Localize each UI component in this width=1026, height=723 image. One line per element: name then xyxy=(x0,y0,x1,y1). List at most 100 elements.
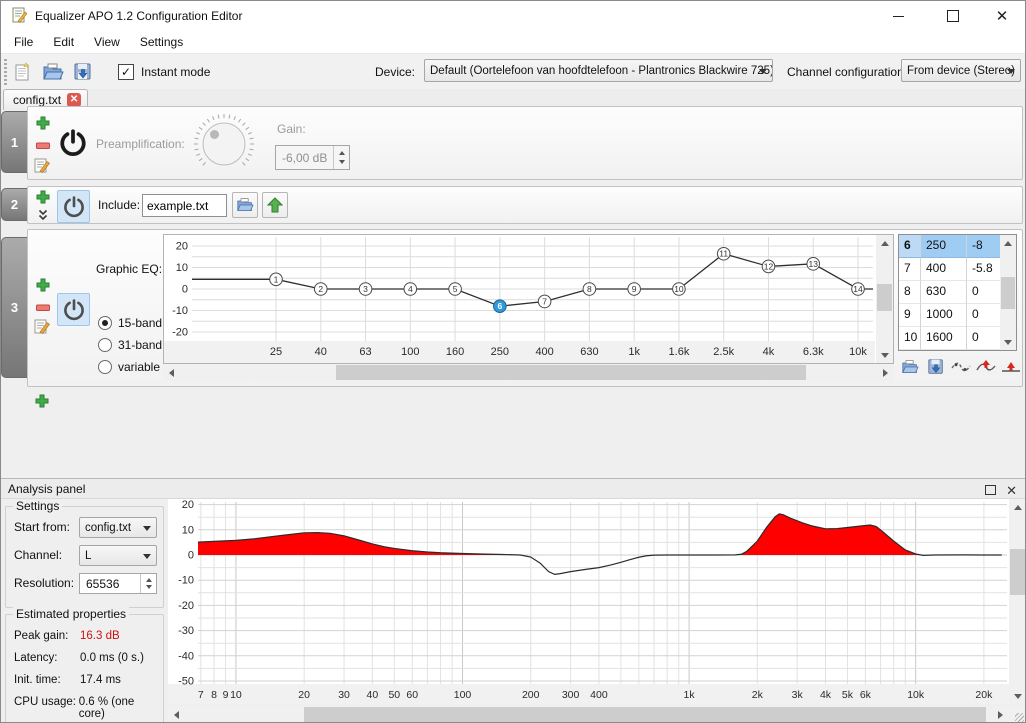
table-row[interactable]: 9 1000 0 xyxy=(899,304,1000,327)
close-panel-icon[interactable]: ✕ xyxy=(1006,481,1017,501)
open-response-button[interactable] xyxy=(899,356,921,378)
gain-cell[interactable]: -8 xyxy=(967,235,1000,258)
channel-config-select[interactable]: From device (Stereo) xyxy=(901,59,1021,82)
eq-band-marker[interactable]: 14 xyxy=(851,282,865,296)
scrollbar-thumb[interactable] xyxy=(877,284,892,311)
include-file-input[interactable] xyxy=(142,194,227,217)
band-number-cell[interactable]: 10 xyxy=(899,327,921,350)
radio-15-band[interactable]: 15-band xyxy=(98,316,162,330)
menu-item-view[interactable]: View xyxy=(84,31,130,53)
table-row[interactable]: 10 1600 0 xyxy=(899,327,1000,350)
spin-up-icon[interactable] xyxy=(145,577,152,582)
spin-buttons[interactable] xyxy=(140,574,156,593)
eq-band-marker[interactable]: 8 xyxy=(582,282,597,296)
scroll-down-button[interactable] xyxy=(876,347,893,363)
power-toggle[interactable] xyxy=(57,190,90,223)
device-select[interactable]: Default (Oortelefoon van hoofdtelefoon -… xyxy=(424,59,773,82)
scroll-up-button[interactable] xyxy=(1009,499,1025,515)
eq-band-marker[interactable]: 1 xyxy=(269,272,283,287)
browse-file-button[interactable] xyxy=(232,192,258,218)
radio-button-icon[interactable] xyxy=(98,316,112,330)
new-config-button[interactable] xyxy=(10,59,36,85)
gain-spin-buttons[interactable] xyxy=(333,146,349,169)
eq-band-marker[interactable]: 3 xyxy=(358,282,373,296)
eq-band-marker[interactable]: 9 xyxy=(627,282,641,296)
spinbox-resolution[interactable]: 65536 xyxy=(79,573,157,594)
gain-cell[interactable]: 0 xyxy=(967,327,1000,350)
scrollbar-thumb[interactable] xyxy=(336,365,806,380)
maximize-button[interactable] xyxy=(929,1,977,31)
eq-band-marker[interactable]: 12 xyxy=(761,259,776,274)
scroll-down-button[interactable] xyxy=(1000,334,1016,350)
menu-item-settings[interactable]: Settings xyxy=(130,31,193,53)
smooth-response-button[interactable] xyxy=(950,356,972,378)
edit-filter-button[interactable] xyxy=(34,318,50,334)
radio-button-icon[interactable] xyxy=(98,338,112,352)
scroll-up-button[interactable] xyxy=(1000,235,1016,251)
table-row[interactable]: 6 250 -8 xyxy=(899,235,1000,258)
scroll-down-button[interactable] xyxy=(1009,688,1025,704)
save-response-button[interactable] xyxy=(925,356,947,378)
gain-cell[interactable]: 0 xyxy=(967,304,1000,327)
menu-item-edit[interactable]: Edit xyxy=(43,31,84,53)
eq-vertical-scrollbar[interactable] xyxy=(876,235,893,363)
analysis-vertical-scrollbar[interactable] xyxy=(1009,499,1025,704)
scroll-up-button[interactable] xyxy=(876,235,893,251)
move-up-button[interactable] xyxy=(262,192,288,218)
eq-band-marker[interactable]: 7 xyxy=(537,294,552,309)
eq-band-marker[interactable]: 2 xyxy=(313,282,328,296)
radio-button-icon[interactable] xyxy=(98,360,112,374)
instant-mode-checkbox[interactable]: ✓ xyxy=(118,64,134,80)
frequency-cell[interactable]: 250 xyxy=(921,235,967,258)
select-startfrom[interactable]: config.txt xyxy=(79,517,157,538)
table-row[interactable]: 7 400 -5.8 xyxy=(899,258,1000,281)
scroll-left-button[interactable] xyxy=(168,706,185,722)
remove-filter-button[interactable] xyxy=(35,138,51,154)
gain-cell[interactable]: 0 xyxy=(967,281,1000,304)
frequency-cell[interactable]: 630 xyxy=(921,281,967,304)
invert-response-button[interactable] xyxy=(975,356,997,378)
table-vertical-scrollbar[interactable] xyxy=(1000,235,1016,350)
eq-band-marker[interactable]: 13 xyxy=(806,257,821,271)
power-toggle[interactable] xyxy=(56,125,90,161)
analysis-graph[interactable]: 20100-10-20-30-40-507 8 9 10 20 30 40 50 60 100 20… xyxy=(168,499,1009,704)
scroll-right-button[interactable] xyxy=(877,364,894,381)
analysis-horizontal-scrollbar[interactable] xyxy=(168,706,1009,722)
resize-grip[interactable] xyxy=(1009,706,1025,722)
power-toggle[interactable] xyxy=(57,293,90,326)
frequency-cell[interactable]: 1000 xyxy=(921,304,967,327)
add-filter-button[interactable] xyxy=(35,189,51,205)
eq-band-marker[interactable]: 10 xyxy=(672,282,686,296)
eq-graph[interactable]: 20100-10-2025 40 63 100 160 250 400 630 1k 1.6k 2.… xyxy=(164,235,875,363)
scrollbar-thumb[interactable] xyxy=(1001,277,1015,309)
normalize-response-button[interactable] xyxy=(1000,356,1022,378)
add-filter-button[interactable] xyxy=(35,277,51,293)
eq-band-marker[interactable]: 4 xyxy=(403,282,418,296)
remove-filter-button[interactable] xyxy=(35,300,51,316)
scrollbar-thumb[interactable] xyxy=(1010,549,1025,595)
analysis-panel-titlebar[interactable]: Analysis panel ✕ xyxy=(1,479,1025,501)
eq-band-marker[interactable]: 11 xyxy=(716,246,731,261)
add-filter-button[interactable] xyxy=(34,393,50,409)
scroll-right-button[interactable] xyxy=(992,706,1009,722)
gain-cell[interactable]: -5.8 xyxy=(967,258,1000,281)
edit-filter-button[interactable] xyxy=(34,157,50,173)
radio-31-band[interactable]: 31-band xyxy=(98,338,162,352)
eq-band-marker[interactable]: 6 xyxy=(493,299,507,313)
float-panel-icon[interactable] xyxy=(985,485,996,495)
gain-knob[interactable] xyxy=(192,112,256,176)
save-config-button[interactable] xyxy=(70,59,96,85)
eq-horizontal-scrollbar[interactable] xyxy=(163,364,894,381)
frequency-cell[interactable]: 400 xyxy=(921,258,967,281)
scroll-left-button[interactable] xyxy=(163,364,180,381)
band-number-cell[interactable]: 7 xyxy=(899,258,921,281)
select-channel[interactable]: L xyxy=(79,545,157,566)
menu-item-file[interactable]: File xyxy=(4,31,43,53)
band-number-cell[interactable]: 9 xyxy=(899,304,921,327)
collapse-button[interactable] xyxy=(35,207,51,223)
add-filter-button[interactable] xyxy=(35,115,51,131)
band-number-cell[interactable]: 6 xyxy=(899,235,921,258)
spin-down-icon[interactable] xyxy=(145,585,152,590)
radio-variable[interactable]: variable xyxy=(98,360,160,374)
minimize-button[interactable] xyxy=(874,1,922,31)
